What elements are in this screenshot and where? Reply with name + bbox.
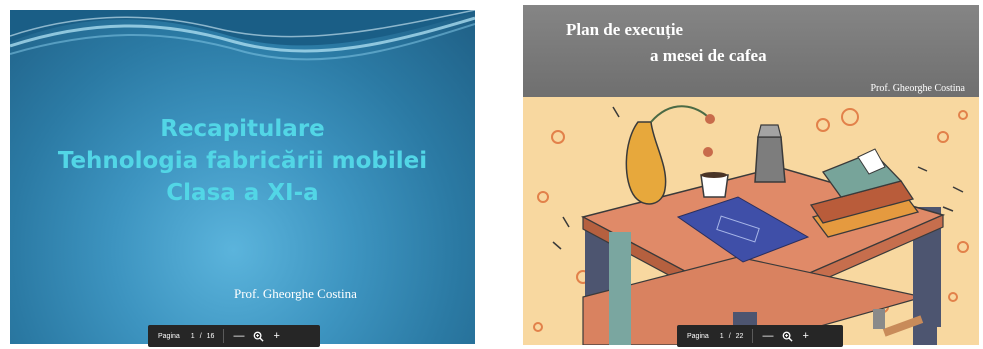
total-pages: 22: [735, 332, 744, 340]
slide-title-line-1: Plan de execuție: [566, 20, 684, 39]
slide-preview-1[interactable]: Recapitulare Tehnologia fabricării mobil…: [10, 10, 475, 344]
current-page-input[interactable]: 1: [720, 333, 724, 340]
zoom-out-button[interactable]: —: [762, 330, 773, 342]
page-toolbar-1: Pagina 1 / 16 — +: [148, 325, 320, 347]
zoom-icon[interactable]: [253, 331, 265, 342]
slide-title-line-2: Tehnologia fabricării mobilei: [57, 148, 428, 174]
total-pages: 16: [206, 332, 215, 340]
slide-author: Prof. Gheorghe Costina: [234, 286, 357, 301]
page-separator: /: [199, 332, 202, 340]
page-separator: /: [728, 332, 731, 340]
wave-decoration: [10, 10, 475, 61]
slide-title-line-1: Recapitulare: [160, 116, 325, 142]
slide-preview-2[interactable]: Plan de execuție a mesei de cafea Prof. …: [523, 5, 979, 345]
toolbar-divider: [752, 329, 754, 343]
slide-title-line-2: a mesei de cafea: [650, 46, 767, 65]
zoom-out-button[interactable]: —: [233, 330, 244, 342]
zoom-in-button[interactable]: +: [802, 330, 808, 342]
toolbar-divider: [223, 329, 225, 343]
page-toolbar-2: Pagina 1 / 22 — +: [677, 325, 843, 347]
page-label: Pagina: [158, 332, 180, 340]
slide-title-line-3: Clasa a XI-a: [166, 180, 319, 206]
slide-author: Prof. Gheorghe Costina: [870, 83, 965, 94]
zoom-in-button[interactable]: +: [273, 330, 279, 342]
current-page-input[interactable]: 1: [191, 333, 195, 340]
page-label: Pagina: [687, 332, 709, 340]
zoom-icon[interactable]: [782, 331, 794, 342]
coffee-table-illustration: [533, 105, 969, 345]
